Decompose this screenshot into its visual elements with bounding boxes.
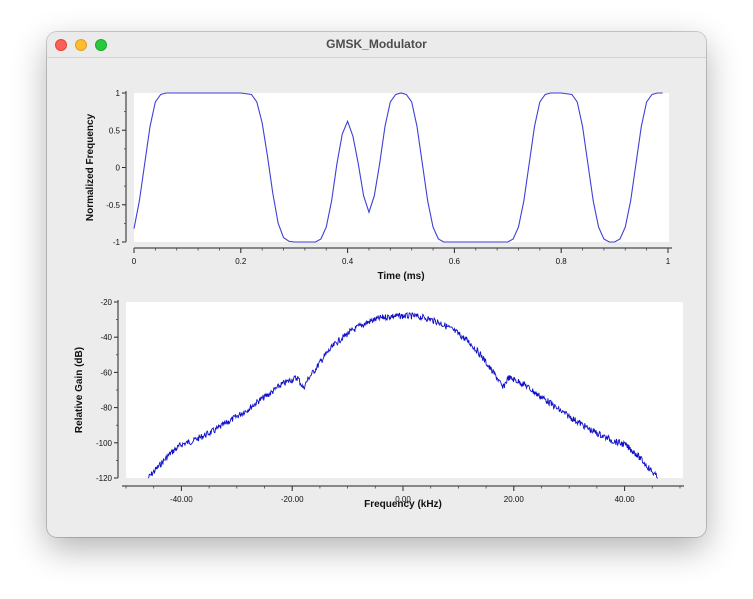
f-y-tick-label: -80 bbox=[100, 404, 112, 413]
frequency-plot-area bbox=[126, 302, 683, 478]
app-window: GMSK_Modulator 0 0.2 0.4 0.6 0.8 1 1 0.5 0 -0.5 -1… bbox=[47, 32, 706, 537]
f-y-tick-label: -60 bbox=[100, 368, 112, 377]
f-y-tick-label: -40 bbox=[100, 333, 112, 342]
f-y-tick-label: -20 bbox=[100, 298, 112, 307]
f-x-tick-label: -20.00 bbox=[281, 495, 304, 504]
f-y-tick-label: -100 bbox=[96, 439, 113, 448]
f-x-tick-label: 40.00 bbox=[615, 495, 636, 504]
f-y-tick-label: -120 bbox=[96, 474, 113, 483]
frequency-x-axis-title: Frequency (kHz) bbox=[364, 499, 442, 510]
frequency-y-axis-title: Relative Gain (dB) bbox=[74, 347, 85, 433]
f-x-tick-label: -40.00 bbox=[170, 495, 193, 504]
frequency-domain-plot: -40.00 -20.00 0.00 20.00 40.00-20-40-60-80-1… bbox=[74, 298, 684, 510]
f-x-tick-label: 20.00 bbox=[504, 495, 525, 504]
